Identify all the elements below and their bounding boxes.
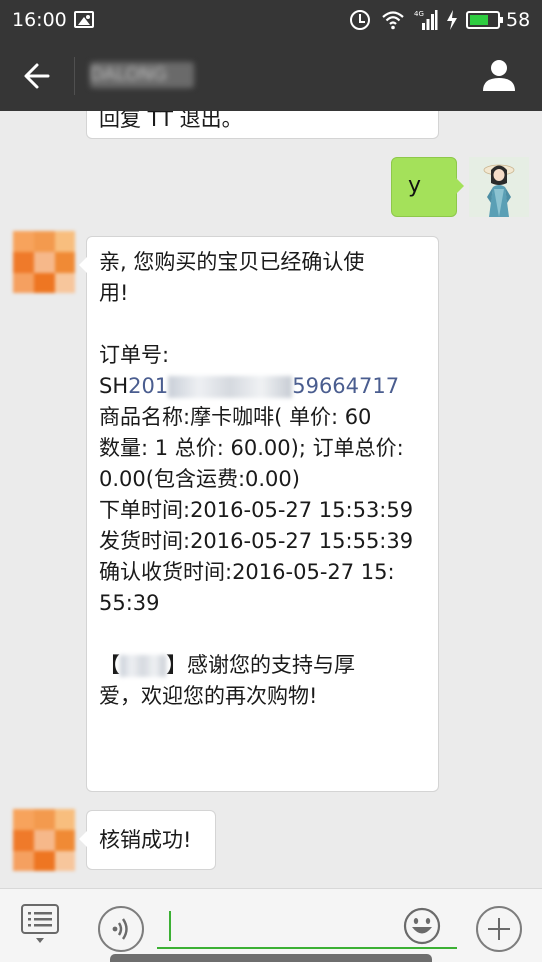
status-time: 16:00 bbox=[12, 9, 67, 31]
ordered-time-line: 下单时间:2016-05-27 15:53:59 bbox=[99, 498, 414, 522]
message-text: 回复 TT 退出。 bbox=[99, 111, 243, 131]
redacted-order-digits bbox=[168, 376, 293, 398]
back-arrow-icon[interactable] bbox=[18, 56, 58, 96]
order-number-link[interactable]: 201 bbox=[128, 374, 168, 398]
contact-avatar[interactable] bbox=[13, 809, 75, 871]
voice-icon bbox=[112, 918, 128, 940]
battery-level: 58 bbox=[506, 9, 531, 31]
message-bubble-order: 亲, 您购买的宝贝已经确认使 用! 订单号: SH201 59664717 商品名… bbox=[79, 236, 439, 792]
message-bubble-sent: y bbox=[391, 157, 464, 217]
more-plus-button[interactable] bbox=[476, 906, 522, 952]
message-bubble-previous: 回复 TT 退出。 bbox=[86, 111, 439, 139]
message-text: y bbox=[408, 173, 422, 198]
order-number-link[interactable]: 59664717 bbox=[292, 374, 399, 398]
chat-header: DALONG bbox=[0, 40, 542, 111]
received-time-line: 55:39 bbox=[99, 591, 160, 615]
thanks-line: 【 】感谢您的支持与厚 bbox=[99, 650, 426, 681]
order-greeting-line: 用! bbox=[99, 281, 129, 305]
wifi-icon bbox=[382, 11, 404, 30]
cell-signal-icon bbox=[422, 10, 438, 30]
charging-icon bbox=[447, 10, 457, 30]
navigation-handle bbox=[110, 954, 432, 962]
chat-messages[interactable]: 回复 TT 退出。 y 亲, 您购买的宝贝已经确认使 用! 订单号: SH201… bbox=[0, 111, 542, 888]
thanks-open: 【 bbox=[99, 653, 120, 677]
menu-list-icon[interactable] bbox=[20, 903, 60, 945]
total-line: 0.00(包含运费:0.00) bbox=[99, 467, 300, 491]
thanks-close: 】感谢您的支持与厚 bbox=[166, 653, 355, 677]
order-greeting-line: 亲, 您购买的宝贝已经确认使 bbox=[99, 250, 365, 274]
contact-avatar[interactable] bbox=[13, 231, 75, 293]
thanks-line: 爱，欢迎您的再次购物! bbox=[99, 684, 318, 708]
alarm-icon bbox=[350, 10, 370, 30]
battery-icon bbox=[466, 11, 503, 29]
shipped-time-line: 发货时间:2016-05-27 15:55:39 bbox=[99, 529, 414, 553]
order-number-prefix: SH bbox=[99, 374, 129, 398]
message-text: 核销成功! bbox=[99, 828, 192, 852]
status-bar: 16:00 4G 58 bbox=[0, 0, 542, 40]
message-bubble-confirmation: 核销成功! bbox=[79, 810, 216, 870]
image-notification-icon bbox=[74, 11, 94, 28]
profile-icon[interactable] bbox=[478, 54, 520, 96]
received-time-line: 确认收货时间:2016-05-27 15: bbox=[99, 560, 395, 584]
header-divider bbox=[74, 57, 75, 95]
redacted-store-name bbox=[120, 655, 166, 677]
product-line: 商品名称:摩卡咖啡( 单价: 60 bbox=[99, 405, 372, 429]
input-bar bbox=[0, 888, 542, 962]
my-avatar[interactable] bbox=[469, 157, 529, 217]
order-number-line: SH201 59664717 bbox=[99, 371, 426, 402]
order-number-label: 订单号: bbox=[99, 343, 170, 367]
emoji-icon[interactable] bbox=[403, 907, 441, 945]
voice-input-button[interactable] bbox=[98, 906, 144, 952]
contact-name: DALONG bbox=[90, 62, 194, 88]
quantity-line: 数量: 1 总价: 60.00); 订单总价: bbox=[99, 436, 404, 460]
